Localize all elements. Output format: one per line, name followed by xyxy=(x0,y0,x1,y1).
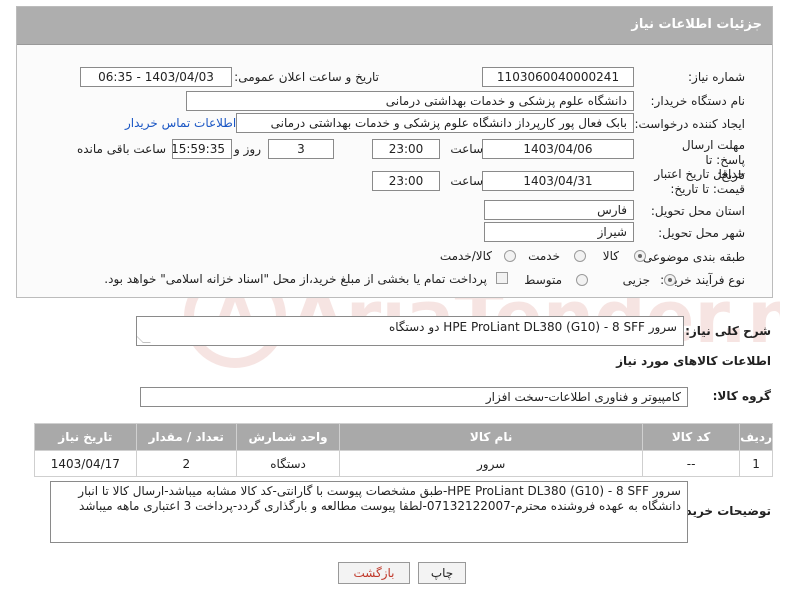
buyer-contact-link[interactable]: اطلاعات تماس خریدار xyxy=(125,116,236,130)
summary-text: سرور HPE ProLiant DL380 (G10) - 8 SFF دو… xyxy=(388,320,677,334)
goods-group-field: کامپیوتر و فناوری اطلاعات-سخت افزار xyxy=(140,387,688,407)
treasury-payment-note: پرداخت تمام یا بخشی از مبلغ خرید،از محل … xyxy=(104,272,487,286)
table-header-row: ردیف کد کالا نام کالا واحد شمارش تعداد /… xyxy=(34,423,773,451)
category-both-radio[interactable] xyxy=(504,250,516,262)
city-label: شهر محل تحویل: xyxy=(658,226,745,240)
col-quantity: تعداد / مقدار xyxy=(135,423,237,451)
col-row-number: ردیف xyxy=(739,423,773,451)
remaining-time-label: ساعت باقی مانده xyxy=(76,142,166,156)
category-service-label: خدمت xyxy=(528,249,560,263)
days-label: روز و xyxy=(234,142,261,156)
col-item-name: نام کالا xyxy=(339,423,644,451)
resize-grip-icon[interactable] xyxy=(137,335,151,343)
treasury-payment-checkbox[interactable] xyxy=(496,272,508,284)
panel-title: جزئیات اطلاعات نیاز xyxy=(631,17,762,32)
cell-row-number: 1 xyxy=(739,450,773,477)
goods-section-title: اطلاعات کالاهای مورد نیاز xyxy=(616,354,771,368)
goods-group-label: گروه کالا: xyxy=(712,389,771,403)
deadline-time-field: 23:00 xyxy=(372,139,440,159)
category-both-label: کالا/خدمت xyxy=(439,249,492,263)
price-validity-label: حداقل تاریخ اعتبار قیمت: تا تاریخ: xyxy=(654,167,745,196)
deadline-date-field: 1403/04/06 xyxy=(482,139,634,159)
category-service-radio[interactable] xyxy=(574,250,586,262)
cell-unit: دستگاه xyxy=(235,450,341,477)
price-validity-date-field: 1403/04/31 xyxy=(482,171,634,191)
announce-date-field: 1403/04/03 - 06:35 xyxy=(80,67,232,87)
days-remaining-field: 3 xyxy=(268,139,334,159)
col-need-date: تاریخ نیاز xyxy=(34,423,137,451)
cell-quantity: 2 xyxy=(135,450,237,477)
province-label: استان محل تحویل: xyxy=(650,204,745,218)
need-number-field: 1103060040000241 xyxy=(482,67,634,87)
category-goods-radio[interactable] xyxy=(634,250,646,262)
creator-field: بابک فعال پور کارپرداز دانشگاه علوم پزشک… xyxy=(236,113,634,133)
price-validity-time-label: ساعت xyxy=(450,174,483,188)
buyer-notes-text: سرور HPE ProLiant DL380 (G10) - 8 SFF-طب… xyxy=(78,484,681,513)
cell-item-name: سرور xyxy=(339,450,644,477)
col-item-code: کد کالا xyxy=(642,423,741,451)
category-label: طبقه بندی موضوعی: xyxy=(638,250,745,264)
buyer-notes-textarea: سرور HPE ProLiant DL380 (G10) - 8 SFF-طب… xyxy=(50,481,688,543)
goods-table: ردیف کد کالا نام کالا واحد شمارش تعداد /… xyxy=(34,423,773,477)
print-button[interactable]: چاپ xyxy=(418,562,466,584)
cell-item-code: -- xyxy=(642,450,741,477)
remaining-time-field: 15:59:35 xyxy=(172,139,232,159)
deadline-time-label: ساعت xyxy=(450,142,483,156)
buyer-org-field: دانشگاه علوم پزشکی و خدمات بهداشتی درمان… xyxy=(186,91,634,111)
creator-label: ایجاد کننده درخواست: xyxy=(634,117,745,131)
back-button[interactable]: بازگشت xyxy=(338,562,410,584)
table-row[interactable]: 1 -- سرور دستگاه 2 1403/04/17 xyxy=(34,450,773,477)
announce-date-label: تاریخ و ساعت اعلان عمومی: xyxy=(234,70,379,84)
price-validity-time-field: 23:00 xyxy=(372,171,440,191)
cell-need-date: 1403/04/17 xyxy=(34,450,137,477)
summary-textarea: سرور HPE ProLiant DL380 (G10) - 8 SFF دو… xyxy=(136,316,684,346)
process-medium-radio[interactable] xyxy=(576,274,588,286)
process-medium-label: متوسط xyxy=(524,273,562,287)
need-number-label: شماره نیاز: xyxy=(688,70,745,84)
province-field: فارس xyxy=(484,200,634,220)
buyer-org-label: نام دستگاه خریدار: xyxy=(650,94,746,108)
process-minor-label: جزیی xyxy=(622,273,650,287)
city-field: شیراز xyxy=(484,222,634,242)
panel-header: جزئیات اطلاعات نیاز xyxy=(17,7,772,45)
category-goods-label: کالا xyxy=(602,249,619,263)
process-minor-radio[interactable] xyxy=(664,274,676,286)
summary-label: شرح کلی نیاز: xyxy=(685,324,771,338)
col-unit: واحد شمارش xyxy=(235,423,341,451)
